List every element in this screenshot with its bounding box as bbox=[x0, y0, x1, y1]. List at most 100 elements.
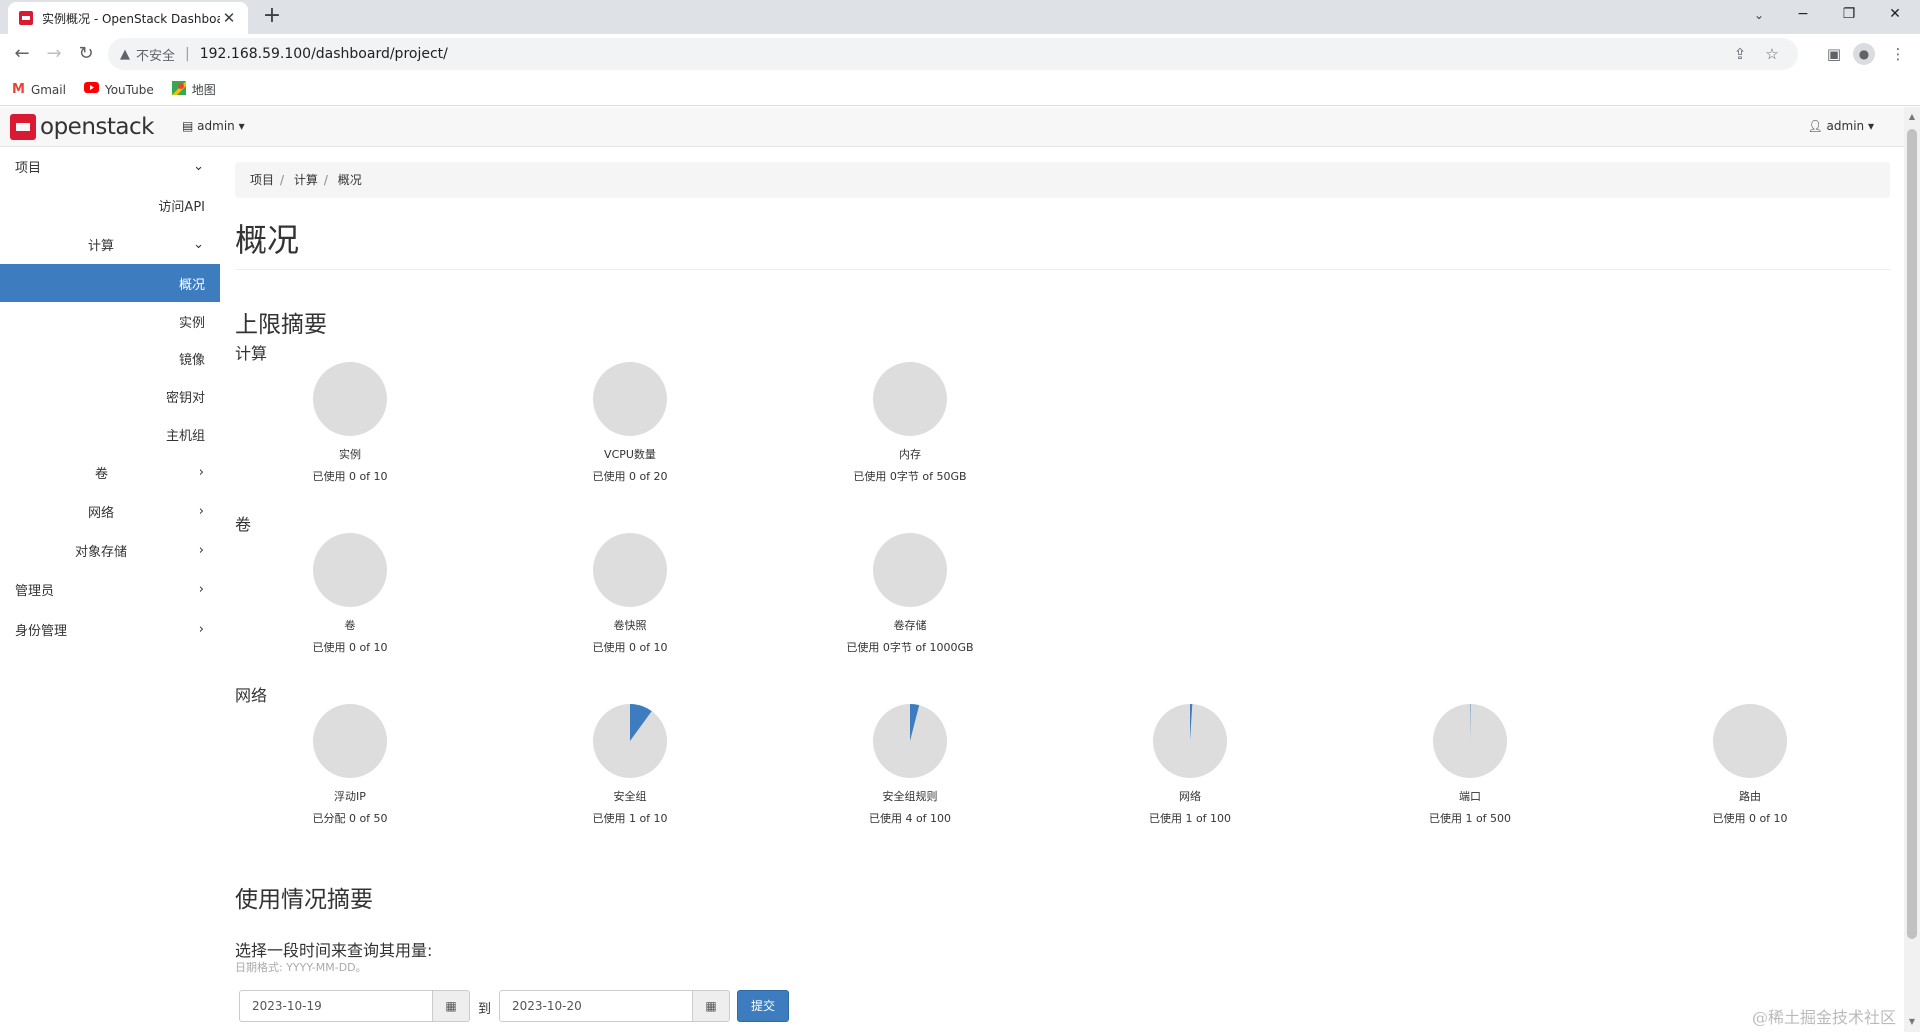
quota-pie-network-5: 路由 已使用 0 of 10 bbox=[1660, 704, 1840, 826]
divider bbox=[235, 269, 1890, 270]
bookmark-star-icon[interactable]: ☆ bbox=[1758, 38, 1786, 70]
breadcrumb-item: 概况 bbox=[337, 173, 362, 187]
restore-icon[interactable]: ❐ bbox=[1826, 0, 1872, 30]
sidebar-item-keypairs[interactable]: 密钥对 bbox=[0, 377, 220, 415]
browser-tab[interactable]: 实例概况 - OpenStack Dashboard ✕ bbox=[8, 2, 248, 34]
back-icon[interactable]: ← bbox=[8, 40, 36, 68]
sidebar-item-label: 访问API bbox=[158, 199, 205, 215]
profile-icon[interactable]: ● bbox=[1850, 40, 1878, 68]
pie-label: 路由 bbox=[1739, 790, 1761, 803]
user-dropdown[interactable]: 👤︎ admin ▾ bbox=[1807, 119, 1874, 133]
sidebar-item-images[interactable]: 镜像 bbox=[0, 339, 220, 377]
pie-label: 实例 bbox=[339, 448, 361, 461]
project-label: admin bbox=[197, 119, 235, 133]
chevron-down-icon: ⌄ bbox=[193, 158, 204, 174]
sidebar-item-object-store[interactable]: 对象存储 › bbox=[0, 531, 220, 569]
pie-chart bbox=[313, 362, 387, 436]
url-text: 192.168.59.100/dashboard/project/ bbox=[199, 46, 448, 62]
sidebar-item-network[interactable]: 网络 › bbox=[0, 492, 220, 530]
pie-label: VCPU数量 bbox=[604, 448, 656, 461]
gmail-icon: M bbox=[12, 82, 25, 97]
chevron-right-icon: › bbox=[198, 581, 204, 597]
side-panel-icon[interactable]: ▣ bbox=[1820, 40, 1848, 68]
page-title: 概况 bbox=[235, 221, 300, 259]
address-separator: | bbox=[185, 46, 190, 62]
calendar-icon[interactable]: ▦ bbox=[693, 990, 730, 1022]
sidebar-item-label: 实例 bbox=[178, 315, 205, 331]
minimize-icon[interactable]: − bbox=[1780, 0, 1826, 30]
sidebar-item-admin[interactable]: 管理员 › bbox=[0, 570, 220, 608]
quota-pie-volume-0: 卷已使用 0 of 10 bbox=[260, 533, 440, 655]
scrollbar-thumb[interactable] bbox=[1907, 129, 1917, 939]
sidebar-item-instances[interactable]: 实例 bbox=[0, 302, 220, 340]
new-tab-button[interactable]: + bbox=[258, 4, 286, 30]
security-label: 不安全 bbox=[136, 48, 176, 64]
sidebar-item-project[interactable]: 项目 ⌄ bbox=[0, 147, 220, 185]
user-icon: 👤︎ bbox=[1807, 119, 1823, 133]
project-dropdown[interactable]: ▤ admin ▾ bbox=[182, 119, 245, 133]
pie-chart bbox=[593, 704, 667, 778]
pie-chart bbox=[873, 704, 947, 778]
sidebar-item-identity[interactable]: 身份管理 › bbox=[0, 610, 220, 648]
tab-title: 实例概况 - OpenStack Dashboard bbox=[42, 11, 220, 26]
bookmark-label: YouTube bbox=[104, 82, 154, 97]
pie-chart bbox=[313, 704, 387, 778]
sidebar-item-label: 镜像 bbox=[178, 352, 205, 368]
project-icon: ▤ bbox=[182, 119, 194, 133]
chevron-right-icon: › bbox=[198, 464, 204, 480]
page-scrollbar[interactable]: ▲ ▼ bbox=[1904, 107, 1920, 1032]
sidebar: 项目 ⌄ 访问API 计算 ⌄ 概况 实例 镜像 密钥对 主机组 卷 › 网络 … bbox=[0, 147, 220, 1032]
quota-pie-network-3: 网络 已使用 1 of 100 bbox=[1100, 704, 1280, 826]
sidebar-item-label: 计算 bbox=[88, 238, 115, 254]
bookmark-label: Gmail bbox=[30, 82, 66, 97]
pie-chart bbox=[873, 362, 947, 436]
pie-usage: 已使用 1 of 10 bbox=[592, 812, 668, 825]
pie-usage: 已使用 4 of 100 bbox=[868, 812, 952, 825]
sidebar-item-access-api[interactable]: 访问API bbox=[0, 186, 220, 224]
end-date-group: ▦ bbox=[499, 990, 730, 1022]
pie-usage: 已使用 0 of 10 bbox=[312, 641, 388, 654]
pie-label: 内存 bbox=[899, 448, 921, 461]
pie-label: 安全组规则 bbox=[882, 790, 938, 803]
sidebar-item-server-groups[interactable]: 主机组 bbox=[0, 415, 220, 453]
openstack-favicon-icon bbox=[18, 10, 34, 26]
tab-close-icon[interactable]: ✕ bbox=[220, 9, 238, 27]
forward-icon[interactable]: → bbox=[40, 40, 68, 68]
share-icon[interactable]: ⇪ bbox=[1726, 38, 1754, 70]
pie-label: 网络 bbox=[1179, 790, 1201, 803]
address-bar[interactable]: ▲ 不安全 | 192.168.59.100/dashboard/project… bbox=[108, 38, 1798, 70]
breadcrumb-item[interactable]: 计算 bbox=[294, 173, 318, 187]
scroll-down-icon[interactable]: ▼ bbox=[1904, 1014, 1920, 1030]
menu-icon[interactable]: ⋮ bbox=[1884, 40, 1912, 68]
sidebar-item-overview[interactable]: 概况 bbox=[0, 264, 220, 302]
sidebar-item-label: 卷 bbox=[95, 466, 109, 482]
start-date-input[interactable] bbox=[239, 990, 433, 1022]
pie-chart bbox=[593, 362, 667, 436]
caret-down-icon: ▾ bbox=[1867, 119, 1874, 133]
openstack-logo[interactable]: openstack bbox=[10, 114, 154, 140]
bookmark-youtube[interactable]: YouTube bbox=[83, 82, 154, 97]
end-date-input[interactable] bbox=[499, 990, 693, 1022]
pie-chart bbox=[873, 533, 947, 607]
scroll-up-icon[interactable]: ▲ bbox=[1904, 109, 1920, 125]
tab-search-icon[interactable]: ⌄ bbox=[1744, 2, 1774, 30]
submit-button[interactable]: 提交 bbox=[737, 990, 789, 1022]
pie-chart bbox=[1153, 704, 1227, 778]
sidebar-item-label: 概况 bbox=[178, 277, 205, 293]
reload-icon[interactable]: ↻ bbox=[72, 40, 100, 68]
sidebar-item-volumes[interactable]: 卷 › bbox=[0, 453, 220, 491]
pie-chart bbox=[1713, 704, 1787, 778]
pie-background bbox=[313, 362, 387, 436]
bookmark-gmail[interactable]: M Gmail bbox=[12, 82, 66, 97]
breadcrumb-item[interactable]: 项目 bbox=[250, 173, 274, 187]
watermark: @稀土掘金技术社区 bbox=[1752, 1008, 1897, 1027]
close-window-icon[interactable]: ✕ bbox=[1872, 0, 1918, 30]
pie-usage: 已使用 0 of 20 bbox=[592, 470, 668, 483]
sidebar-item-compute[interactable]: 计算 ⌄ bbox=[0, 225, 220, 263]
calendar-icon[interactable]: ▦ bbox=[433, 990, 470, 1022]
bookmark-maps[interactable]: 地图 bbox=[171, 80, 216, 99]
quota-pie-network-1: 安全组 已使用 1 of 10 bbox=[540, 704, 720, 826]
openstack-header: openstack ▤ admin ▾ 👤︎ admin ▾ bbox=[0, 107, 1904, 147]
limit-summary-title: 上限摘要 bbox=[235, 312, 327, 338]
pie-chart bbox=[593, 533, 667, 607]
